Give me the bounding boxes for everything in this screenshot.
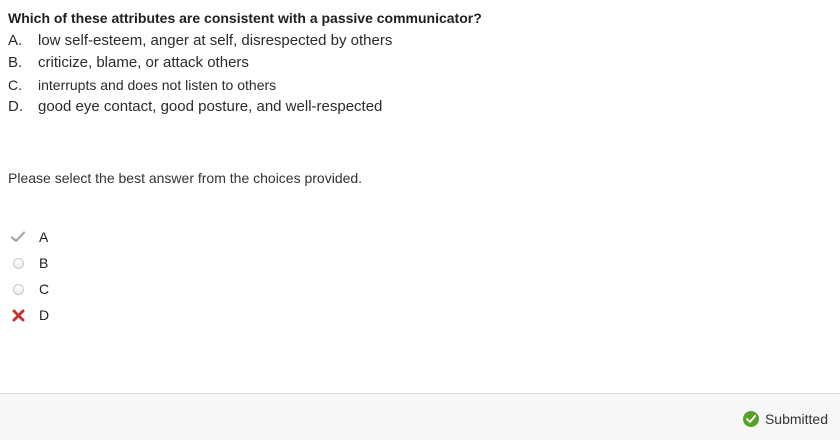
status-label: Submitted — [764, 411, 828, 427]
instruction-text: Please select the best answer from the c… — [8, 170, 363, 186]
choice-d: D. good eye contact, good posture, and we… — [8, 96, 392, 118]
answer-option-c[interactable]: C — [10, 276, 49, 302]
answer-label: C — [39, 281, 50, 297]
answer-options: A B C D — [10, 224, 49, 328]
choice-text: good eye contact, good posture, and well… — [38, 98, 383, 115]
x-icon — [10, 307, 26, 323]
checkmark-icon — [10, 229, 26, 245]
choice-c: C. interrupts and does not listen to othe… — [8, 74, 392, 96]
choice-text: interrupts and does not listen to others — [38, 77, 277, 93]
question-text: Which of these attributes are consistent… — [8, 10, 482, 26]
answer-option-d[interactable]: D — [10, 302, 49, 328]
check-circle-icon — [742, 411, 759, 427]
footer-bar: Submitted — [0, 393, 840, 440]
answer-label: B — [39, 255, 49, 271]
radio-button[interactable] — [12, 283, 24, 295]
choices-list: A. low self-esteem, anger at self, disres… — [8, 30, 392, 118]
choice-b: B. criticize, blame, or attack others — [8, 52, 392, 74]
choice-text: criticize, blame, or attack others — [38, 54, 249, 71]
answer-label: D — [39, 307, 50, 323]
radio-icon[interactable] — [10, 281, 26, 297]
answer-label: A — [39, 229, 49, 245]
choice-text: low self-esteem, anger at self, disrespe… — [38, 32, 393, 49]
choice-a: A. low self-esteem, anger at self, disres… — [8, 30, 392, 52]
choice-letter: C. — [8, 77, 22, 93]
answer-option-b[interactable]: B — [10, 250, 49, 276]
choice-letter: A. — [8, 32, 23, 49]
radio-icon[interactable] — [10, 255, 26, 271]
submitted-status: Submitted — [742, 411, 828, 427]
choice-letter: B. — [8, 54, 23, 71]
radio-button[interactable] — [12, 257, 24, 269]
answer-option-a[interactable]: A — [10, 224, 49, 250]
choice-letter: D. — [8, 98, 23, 115]
